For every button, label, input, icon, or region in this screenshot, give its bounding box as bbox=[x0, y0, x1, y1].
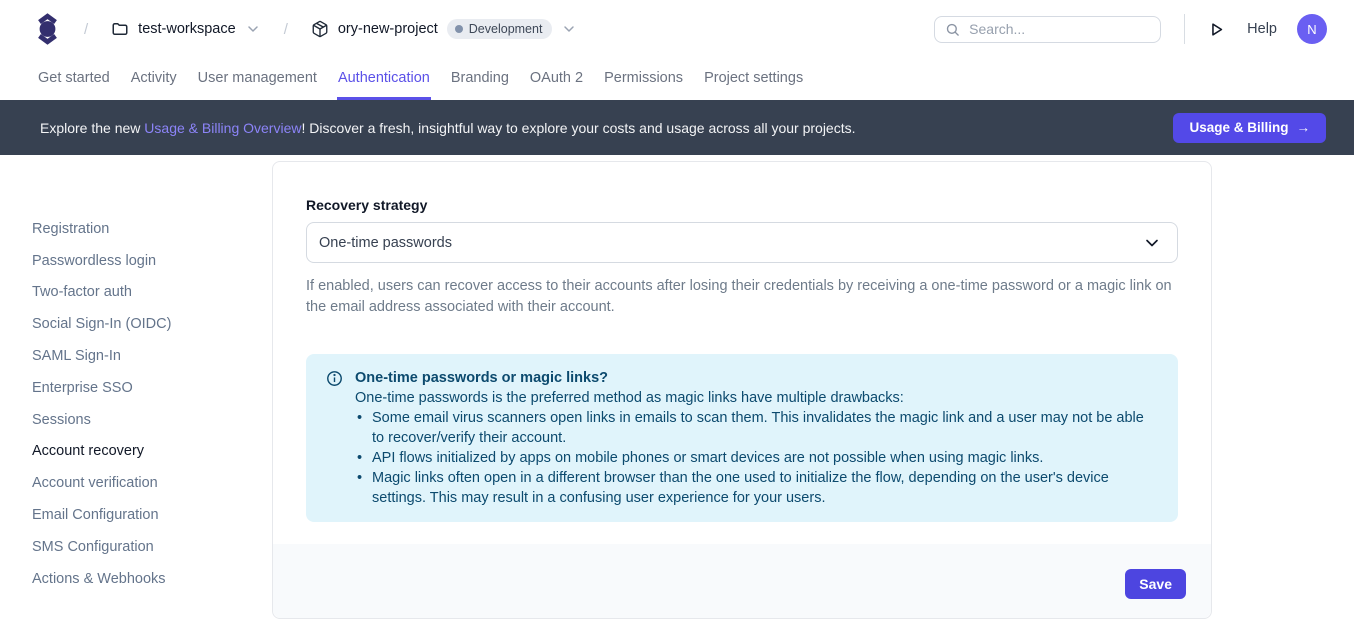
folder-icon bbox=[111, 20, 129, 38]
breadcrumb-separator: / bbox=[84, 21, 88, 38]
tab-oauth2[interactable]: OAuth 2 bbox=[529, 58, 584, 100]
account-recovery-card: Recovery strategy One-time passwords If … bbox=[272, 161, 1212, 619]
info-bullet: API flows initialized by apps on mobile … bbox=[355, 448, 1158, 468]
recovery-strategy-description: If enabled, users can recover access to … bbox=[306, 276, 1178, 317]
info-title: One-time passwords or magic links? bbox=[355, 368, 1158, 388]
project-switcher[interactable]: ory-new-project Development bbox=[311, 19, 578, 39]
recovery-strategy-select[interactable]: One-time passwords bbox=[306, 222, 1178, 263]
sidebar-item-sms-configuration[interactable]: SMS Configuration bbox=[32, 531, 252, 563]
ory-logo-icon[interactable] bbox=[34, 13, 61, 45]
sidebar-item-passwordless-login[interactable]: Passwordless login bbox=[32, 245, 252, 277]
info-icon bbox=[326, 370, 343, 387]
authentication-sidebar: Registration Passwordless login Two-fact… bbox=[32, 213, 252, 595]
arrow-right-icon: → bbox=[1297, 120, 1311, 135]
banner-text-after: ! Discover a fresh, insightful way to ex… bbox=[301, 120, 855, 136]
info-bullet-list: Some email virus scanners open links in … bbox=[355, 408, 1158, 508]
banner-overview-link[interactable]: Usage & Billing Overview bbox=[144, 120, 301, 136]
tab-authentication[interactable]: Authentication bbox=[337, 58, 431, 100]
environment-label: Development bbox=[469, 22, 543, 36]
tab-get-started[interactable]: Get started bbox=[37, 58, 111, 100]
info-intro: One-time passwords is the preferred meth… bbox=[355, 388, 1158, 408]
project-nav-tabs: Get started Activity User management Aut… bbox=[0, 58, 1354, 100]
sidebar-item-two-factor-auth[interactable]: Two-factor auth bbox=[32, 277, 252, 309]
save-button[interactable]: Save bbox=[1125, 569, 1186, 599]
search-input[interactable] bbox=[969, 21, 1150, 37]
chevron-down-icon bbox=[1142, 233, 1162, 253]
breadcrumb-separator: / bbox=[284, 21, 288, 38]
sidebar-item-email-configuration[interactable]: Email Configuration bbox=[32, 499, 252, 531]
tab-activity[interactable]: Activity bbox=[130, 58, 178, 100]
chevron-down-icon bbox=[561, 21, 577, 37]
workspace-switcher[interactable]: test-workspace bbox=[111, 20, 261, 38]
workspace-name: test-workspace bbox=[138, 21, 236, 37]
project-name: ory-new-project bbox=[338, 21, 438, 37]
card-content: Recovery strategy One-time passwords If … bbox=[273, 162, 1211, 522]
topbar-divider bbox=[1184, 14, 1185, 44]
sidebar-item-actions-webhooks[interactable]: Actions & Webhooks bbox=[32, 563, 252, 595]
banner-message: Explore the new Usage & Billing Overview… bbox=[40, 120, 856, 136]
help-link[interactable]: Help bbox=[1247, 21, 1277, 37]
environment-badge: Development bbox=[447, 19, 553, 39]
usage-billing-banner: Explore the new Usage & Billing Overview… bbox=[0, 100, 1354, 155]
top-bar: / test-workspace / ory-new-project Devel… bbox=[0, 0, 1354, 58]
tab-user-management[interactable]: User management bbox=[197, 58, 318, 100]
sidebar-item-social-sign-in[interactable]: Social Sign-In (OIDC) bbox=[32, 308, 252, 340]
sidebar-item-saml-sign-in[interactable]: SAML Sign-In bbox=[32, 340, 252, 372]
sidebar-item-registration[interactable]: Registration bbox=[32, 213, 252, 245]
chevron-down-icon bbox=[245, 21, 261, 37]
info-content: One-time passwords or magic links? One-t… bbox=[355, 368, 1158, 508]
package-icon bbox=[311, 20, 329, 38]
sidebar-item-account-recovery[interactable]: Account recovery bbox=[32, 436, 252, 468]
topbar-actions: Help N bbox=[934, 14, 1327, 44]
sidebar-item-account-verification[interactable]: Account verification bbox=[32, 467, 252, 499]
search-icon bbox=[945, 22, 960, 37]
usage-billing-button[interactable]: Usage & Billing → bbox=[1173, 113, 1326, 143]
card-footer: Save bbox=[273, 544, 1211, 618]
tab-project-settings[interactable]: Project settings bbox=[703, 58, 804, 100]
tab-branding[interactable]: Branding bbox=[450, 58, 510, 100]
sidebar-item-sessions[interactable]: Sessions bbox=[32, 404, 252, 436]
environment-dot-icon bbox=[455, 25, 463, 33]
user-avatar[interactable]: N bbox=[1297, 14, 1327, 44]
banner-text-before: Explore the new bbox=[40, 120, 144, 136]
ory-console-screen: / test-workspace / ory-new-project Devel… bbox=[0, 0, 1354, 625]
usage-billing-button-label: Usage & Billing bbox=[1189, 120, 1288, 135]
info-bullet: Magic links often open in a different br… bbox=[355, 468, 1158, 508]
tab-permissions[interactable]: Permissions bbox=[603, 58, 684, 100]
search-box[interactable] bbox=[934, 16, 1161, 43]
play-icon[interactable] bbox=[1208, 21, 1225, 38]
sidebar-item-enterprise-sso[interactable]: Enterprise SSO bbox=[32, 372, 252, 404]
info-bullet: Some email virus scanners open links in … bbox=[355, 408, 1158, 448]
recovery-strategy-label: Recovery strategy bbox=[306, 197, 1178, 213]
recovery-strategy-selected-value: One-time passwords bbox=[319, 235, 452, 251]
info-box: One-time passwords or magic links? One-t… bbox=[306, 354, 1178, 522]
